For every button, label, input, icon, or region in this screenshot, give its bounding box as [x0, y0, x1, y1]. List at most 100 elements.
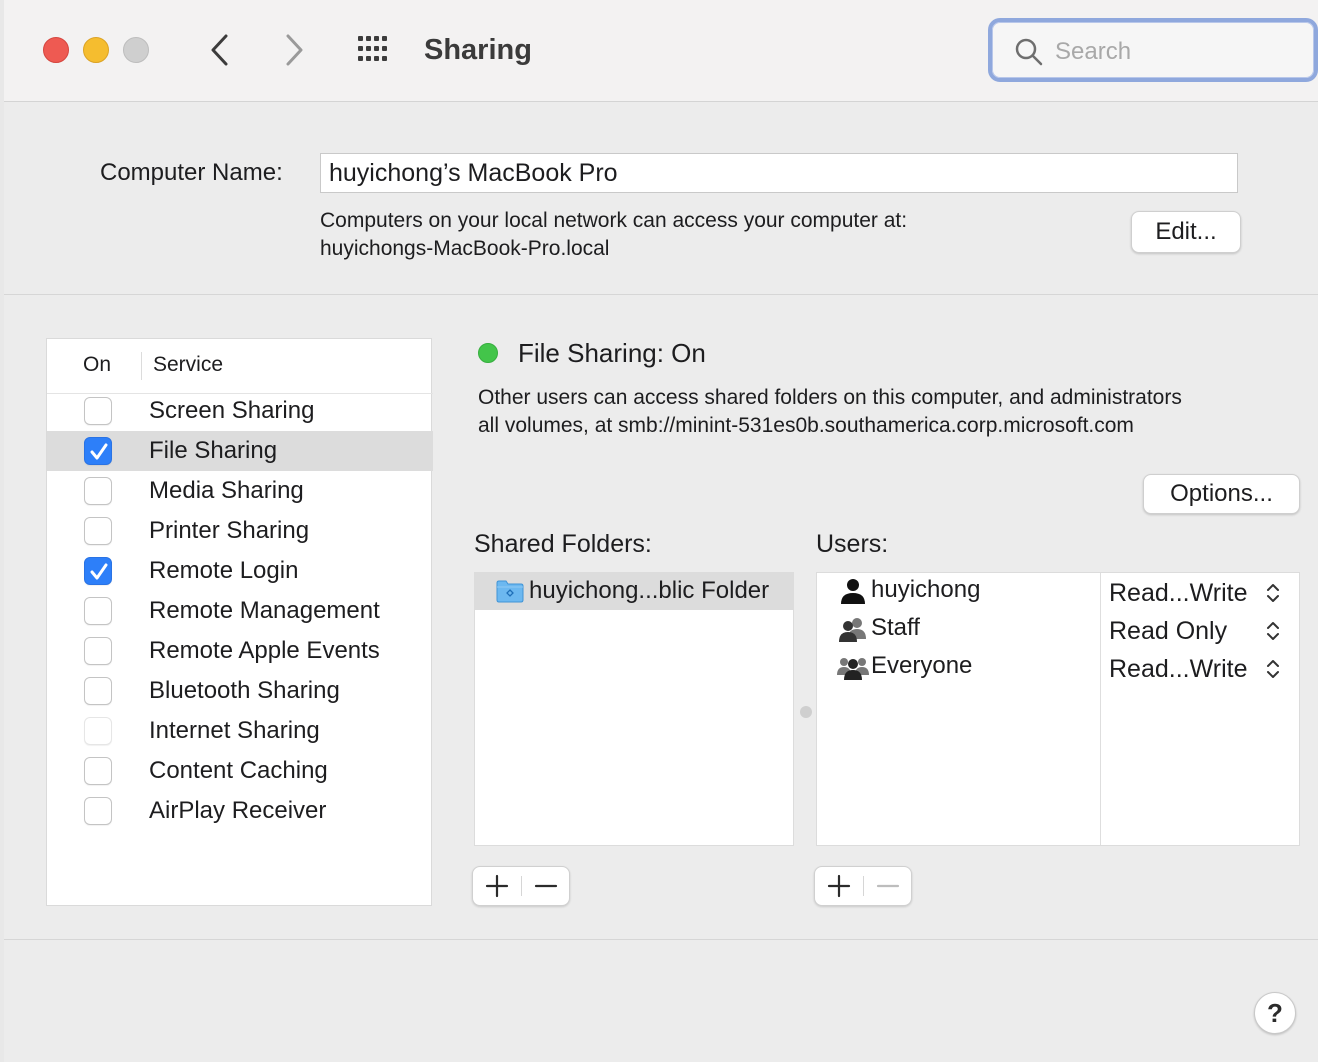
service-status: File Sharing: On [518, 338, 706, 368]
service-description-line1: Other users can access shared folders on… [478, 386, 1182, 409]
search-icon [1015, 38, 1043, 66]
permission-value[interactable]: Read Only [1109, 613, 1227, 649]
remove-user-button[interactable] [864, 867, 912, 905]
show-all-button[interactable] [354, 32, 394, 68]
users-label: Users: [816, 530, 889, 558]
plus-icon [827, 874, 851, 898]
service-checkbox[interactable] [84, 397, 112, 425]
services-list: On Service Screen Sharing File Sharing Med… [46, 338, 433, 906]
checkmark-icon [90, 563, 108, 580]
user-row[interactable]: Everyone Read...Write [817, 649, 1299, 687]
chevron-right-icon [286, 34, 303, 66]
service-description: Other users can access shared folders on… [478, 384, 1182, 440]
service-checkbox[interactable] [84, 797, 112, 825]
help-button[interactable]: ? [1254, 992, 1296, 1034]
split-view-handle[interactable] [800, 706, 812, 718]
computer-name-section: Computer Name: huyichong’s MacBook Pro C… [4, 103, 1318, 295]
local-hostname-line1: Computers on your local network can acce… [320, 209, 908, 232]
services-list-header: On Service [47, 339, 433, 394]
local-hostname: huyichongs-MacBook-Pro.local [320, 237, 610, 260]
user-row[interactable]: huyichong Read...Write [817, 573, 1299, 611]
search-field[interactable]: Search [988, 18, 1318, 82]
grid-icon [358, 36, 387, 61]
sharing-window: Sharing Search Computer Name: huyichong’… [4, 0, 1318, 1062]
up-down-arrows-icon[interactable] [1265, 657, 1281, 681]
service-row[interactable]: Remote Management [47, 591, 433, 631]
service-row[interactable]: Printer Sharing [47, 511, 433, 551]
service-row[interactable]: File Sharing [47, 431, 433, 471]
service-checkbox[interactable] [84, 437, 112, 465]
add-user-button[interactable] [815, 867, 863, 905]
shared-folders-label: Shared Folders: [474, 530, 652, 558]
service-checkbox[interactable] [84, 717, 112, 745]
service-label: Remote Management [149, 597, 380, 624]
service-label: Remote Apple Events [149, 637, 380, 664]
shared-folder-row[interactable]: huyichong...blic Folder [475, 573, 793, 610]
local-hostname-description: Computers on your local network can acce… [320, 207, 907, 263]
service-label: Printer Sharing [149, 517, 310, 544]
service-description-line2: all volumes, at smb://minint-531es0b.sou… [478, 414, 1134, 437]
service-row[interactable]: Media Sharing [47, 471, 433, 511]
service-label: AirPlay Receiver [149, 797, 327, 824]
service-row[interactable]: Screen Sharing [47, 391, 433, 431]
user-name: huyichong [871, 576, 981, 603]
column-header-on[interactable]: On [83, 353, 111, 377]
title-bar: Sharing Search [4, 0, 1318, 102]
service-row[interactable]: Remote Login [47, 551, 433, 591]
column-divider [141, 352, 142, 380]
service-checkbox[interactable] [84, 637, 112, 665]
service-label: Internet Sharing [149, 717, 320, 744]
up-down-arrows-icon[interactable] [1265, 581, 1281, 605]
service-checkbox[interactable] [84, 557, 112, 585]
service-checkbox[interactable] [84, 517, 112, 545]
window-title: Sharing [424, 34, 532, 66]
column-header-service[interactable]: Service [153, 353, 223, 377]
group-everyone-icon [837, 658, 869, 680]
status-indicator [478, 343, 498, 363]
add-shared-folder-button[interactable] [473, 867, 521, 905]
service-label: Content Caching [149, 757, 328, 784]
user-row[interactable]: Staff Read Only [817, 611, 1299, 649]
service-checkbox[interactable] [84, 757, 112, 785]
edit-hostname-button[interactable]: Edit... [1131, 211, 1241, 253]
checkmark-icon [90, 443, 108, 460]
service-checkbox[interactable] [84, 477, 112, 505]
remove-shared-folder-button[interactable] [522, 867, 570, 905]
permission-value[interactable]: Read...Write [1109, 651, 1247, 687]
minus-icon [534, 884, 558, 888]
options-button[interactable]: Options... [1143, 474, 1300, 514]
service-label: File Sharing [149, 437, 278, 464]
shared-folder-name: huyichong...blic Folder [529, 577, 770, 604]
shared-folders-add-remove [472, 866, 570, 906]
forward-button[interactable] [274, 30, 314, 70]
users-list[interactable]: huyichong Read...Write Staff Read Only E… [816, 572, 1300, 846]
service-label: Screen Sharing [149, 397, 315, 424]
group-icon [839, 618, 866, 642]
user-name: Staff [871, 614, 920, 641]
minimize-window-button[interactable] [83, 37, 109, 63]
service-row[interactable]: Remote Apple Events [47, 631, 433, 671]
zoom-window-button[interactable] [123, 37, 149, 63]
service-label: Remote Login [149, 557, 299, 584]
bottom-bar [4, 940, 1318, 1062]
user-name: Everyone [871, 652, 973, 679]
permission-value[interactable]: Read...Write [1109, 575, 1247, 611]
service-label: Bluetooth Sharing [149, 677, 340, 704]
service-row[interactable]: Internet Sharing [47, 711, 433, 751]
minus-icon [876, 884, 900, 888]
shared-folders-list[interactable]: huyichong...blic Folder [474, 572, 794, 846]
close-window-button[interactable] [43, 37, 69, 63]
service-label: Media Sharing [149, 477, 304, 504]
users-add-remove [814, 866, 912, 906]
service-checkbox[interactable] [84, 677, 112, 705]
service-checkbox[interactable] [84, 597, 112, 625]
computer-name-label: Computer Name: [100, 159, 283, 186]
service-row[interactable]: Content Caching [47, 751, 433, 791]
person-icon [841, 579, 865, 604]
up-down-arrows-icon[interactable] [1265, 619, 1281, 643]
service-row[interactable]: AirPlay Receiver [47, 791, 433, 831]
plus-icon [485, 874, 509, 898]
back-button[interactable] [200, 30, 240, 70]
service-row[interactable]: Bluetooth Sharing [47, 671, 433, 711]
computer-name-field[interactable]: huyichong’s MacBook Pro [320, 153, 1238, 193]
